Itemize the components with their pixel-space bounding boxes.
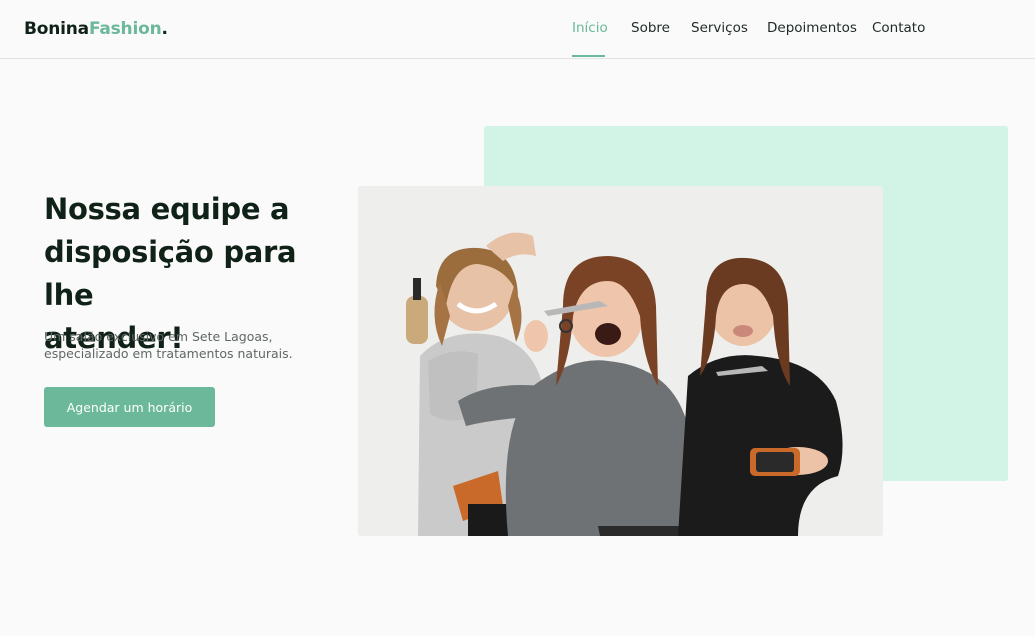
- active-nav-indicator: [572, 55, 605, 57]
- main-nav: Início Sobre Serviços Depoimentos Contat…: [0, 0, 1035, 59]
- hero-title-line: Nossa equipe a: [44, 192, 290, 226]
- team-photo: [358, 186, 883, 536]
- site-header: BoninaFashion. Início Sobre Serviços Dep…: [0, 0, 1035, 59]
- schedule-appointment-button[interactable]: Agendar um horário: [44, 387, 215, 427]
- team-photo-illustration: [358, 186, 883, 536]
- hero-title-line: disposição para lhe: [44, 235, 297, 312]
- nav-link-servicos[interactable]: Serviços: [691, 20, 748, 36]
- nav-link-sobre[interactable]: Sobre: [631, 20, 670, 36]
- nav-link-contato[interactable]: Contato: [872, 20, 925, 36]
- nav-link-inicio[interactable]: Início: [572, 20, 608, 36]
- hero-subtitle: Um salão exclusivo em Sete Lagoas, espec…: [44, 329, 293, 361]
- nav-link-depoimentos[interactable]: Depoimentos: [767, 20, 857, 36]
